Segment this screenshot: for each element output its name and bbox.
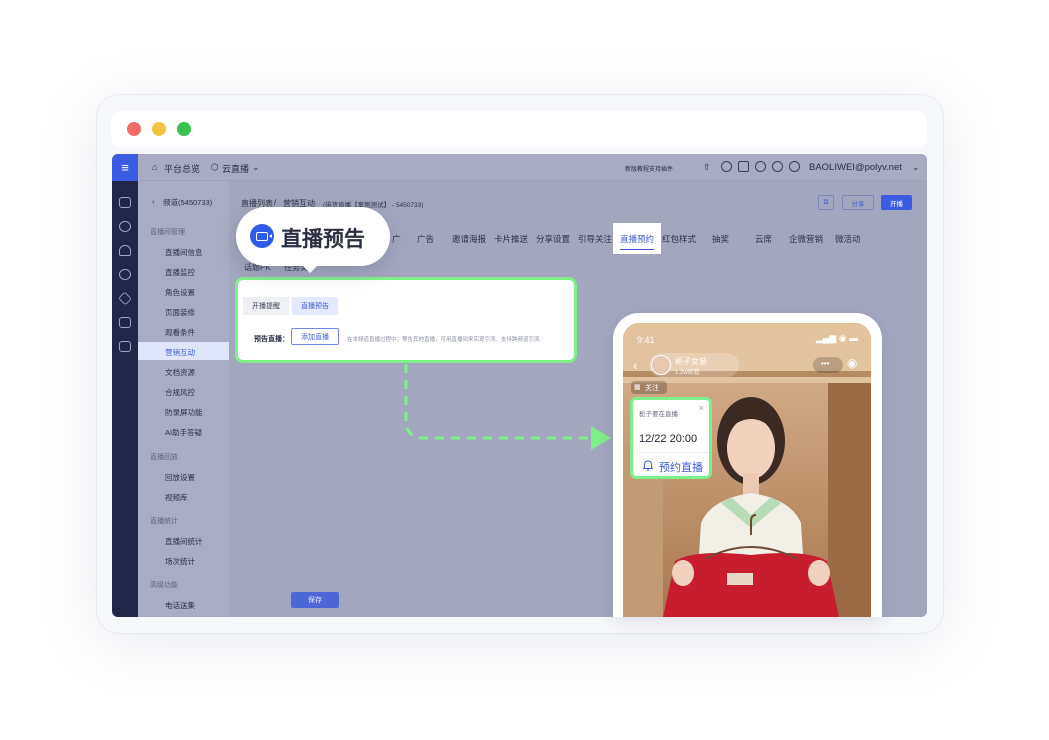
home-icon[interactable]: ⌂ xyxy=(152,162,157,172)
follow-label: 关注 xyxy=(645,385,659,392)
copy-icon[interactable]: ⧉ xyxy=(818,195,834,210)
back-icon[interactable]: ‹ xyxy=(152,197,155,206)
sidebar-item-compliance[interactable]: 合规风控 xyxy=(165,387,195,398)
sidebar-item-room-stats[interactable]: 直播间统计 xyxy=(165,536,203,547)
add-live-button[interactable]: 添加直播 xyxy=(291,328,339,345)
host-avatar xyxy=(651,355,671,375)
card-divider xyxy=(633,452,709,453)
sidebar-item-video-library[interactable]: 视频库 xyxy=(165,492,188,503)
sidebar-item-room-info[interactable]: 直播间信息 xyxy=(165,247,203,258)
viewer-count: 1.2w观看 xyxy=(675,370,700,376)
tab-lottery[interactable]: 抽奖 xyxy=(712,233,729,245)
wallet-icon[interactable] xyxy=(755,161,766,172)
layers-icon[interactable] xyxy=(118,291,132,306)
sidebar-item-playback-settings[interactable]: 回放设置 xyxy=(165,472,195,483)
tab-card-push[interactable]: 卡片推送 xyxy=(494,233,528,245)
more-icon: ••• xyxy=(821,359,830,368)
tab-wecom[interactable]: 企微营销 xyxy=(789,233,823,245)
sidebar-item-watch-conditions[interactable]: 观看条件 xyxy=(165,327,195,338)
flow-arrow xyxy=(404,364,611,450)
sidebar-item-session-stats[interactable]: 场次统计 xyxy=(165,556,195,567)
section-advanced[interactable]: 高级功能 xyxy=(150,580,178,590)
live-camera-icon xyxy=(250,224,274,248)
callout-title: 直播预告 xyxy=(281,228,365,251)
tab-live-preview[interactable]: 直播预告 xyxy=(292,297,338,315)
sidebar-item-marketing[interactable]: 营销互动 xyxy=(138,342,229,360)
preview-description: 在本频道直播过程中，预告其他直播，可用直播间来实现引流、支持跨频道引流 xyxy=(347,337,540,343)
maximize-window-button[interactable] xyxy=(177,122,191,136)
close-window-button[interactable] xyxy=(127,122,141,136)
tab-invite-poster[interactable]: 邀请海报 xyxy=(452,233,486,245)
stage: ≡ ⌂ 平台总览 ⬡ 云直播 ⌄ 新版教程支持插件 ⇧ BAOLIWEI@pol… xyxy=(0,0,1049,740)
reservation-panel: 开播提醒 直播预告 预告直播： 添加直播 在本频道直播过程中，预告其他直播，可用… xyxy=(235,277,577,363)
sidebar-item-phone[interactable]: 电话送集 xyxy=(165,600,195,611)
share-button[interactable]: 分享 xyxy=(842,195,874,210)
ai-icon[interactable] xyxy=(119,269,131,280)
code-icon[interactable] xyxy=(119,341,131,352)
sidebar-item-documents[interactable]: 文档资源 xyxy=(165,367,195,378)
sidebar-item-page-design[interactable]: 页面装修 xyxy=(165,307,195,318)
close-icon[interactable]: × xyxy=(699,403,704,413)
sidebar-item-ai-assistant[interactable]: AI助手答疑 xyxy=(165,427,202,438)
grid-icon: ▦ xyxy=(634,384,641,391)
section-live-room[interactable]: 直播间管理 xyxy=(150,227,185,237)
sidebar-item-roles[interactable]: 角色设置 xyxy=(165,287,195,298)
record-icon[interactable]: ◉ xyxy=(847,356,857,370)
status-signal-icon: ▂▄▆ ◉ ▬ xyxy=(816,333,859,343)
save-button[interactable]: 保存 xyxy=(291,592,339,608)
icon-rail xyxy=(112,181,138,617)
plugin-notice[interactable]: 新版教程支持插件 xyxy=(625,164,673,173)
cube-icon: ⬡ xyxy=(211,162,219,172)
back-chevron-icon[interactable]: ‹ xyxy=(633,357,638,373)
nav-home[interactable]: 平台总览 xyxy=(164,162,200,175)
account-chevron-icon[interactable]: ⌄ xyxy=(912,162,920,173)
bell-icon xyxy=(643,460,653,471)
sidebar: ‹ 频道(5450733) 直播间管理 直播间信息 直播监控 角色设置 页面装修… xyxy=(138,181,229,617)
active-tab-indicator xyxy=(620,248,654,250)
tab-ads[interactable]: 广告 xyxy=(417,233,434,245)
top-bar: ≡ ⌂ 平台总览 ⬡ 云直播 ⌄ 新版教程支持插件 ⇧ BAOLIWEI@pol… xyxy=(112,154,927,181)
tab-red-packet[interactable]: 红包样式 xyxy=(662,233,696,245)
message-icon[interactable] xyxy=(738,161,749,172)
start-live-button[interactable]: 开播 xyxy=(881,195,912,210)
card-time: 12/22 20:00 xyxy=(639,433,698,445)
callout-bubble: 直播预告 xyxy=(236,207,390,273)
tab-share-settings[interactable]: 分享设置 xyxy=(536,233,570,245)
tab-cloud-seat[interactable]: 云席 xyxy=(755,233,772,245)
tab-partial[interactable]: 广 xyxy=(392,233,401,245)
nav-cloud-live[interactable]: 云直播 xyxy=(222,162,249,175)
reserve-live-label: 预约直播 xyxy=(659,462,703,474)
tab-live-reminder[interactable]: 开播提醒 xyxy=(243,297,289,315)
menu-icon[interactable]: ≡ xyxy=(112,154,138,181)
tab-guide-follow[interactable]: 引导关注 xyxy=(578,233,612,245)
tab-live-reservation[interactable]: 直播预约 xyxy=(613,223,661,254)
download-icon[interactable] xyxy=(721,161,732,172)
section-playback[interactable]: 直播回放 xyxy=(150,452,178,462)
follow-button[interactable]: ▦ 关注 xyxy=(631,381,667,394)
card-title: 栀子要在直播 xyxy=(639,411,678,418)
preview-label: 预告直播： xyxy=(254,336,289,343)
host-name: 栀子女装 xyxy=(675,357,707,366)
chevron-down-icon[interactable]: ⌄ xyxy=(252,162,260,173)
tab-micro-activity[interactable]: 微活动 xyxy=(835,233,861,245)
host-pill[interactable]: 栀子女装 1.2w观看 xyxy=(649,353,739,377)
more-button[interactable]: ••• xyxy=(813,357,843,373)
reservation-card: 栀子要在直播 × 12/22 20:00 预约直播 xyxy=(630,397,712,479)
section-stats[interactable]: 直播统计 xyxy=(150,516,178,526)
user-icon[interactable] xyxy=(119,245,131,256)
video-icon[interactable] xyxy=(119,197,131,208)
sidebar-item-monitor[interactable]: 直播监控 xyxy=(165,267,195,278)
sidebar-item-anti-record[interactable]: 防录屏功能 xyxy=(165,407,203,418)
chart-icon[interactable] xyxy=(119,221,131,232)
globe-icon[interactable] xyxy=(789,161,800,172)
window-titlebar xyxy=(111,111,927,147)
upload-icon[interactable]: ⇧ xyxy=(703,162,711,173)
breadcrumb-sep: / xyxy=(274,198,277,207)
status-time: 9:41 xyxy=(637,335,655,345)
channel-title: 频道(5450733) xyxy=(163,198,213,207)
minimize-window-button[interactable] xyxy=(152,122,166,136)
account-name[interactable]: BAOLIWEI@polyv.net xyxy=(809,162,902,173)
help-icon[interactable] xyxy=(772,161,783,172)
image-icon[interactable] xyxy=(119,317,131,328)
